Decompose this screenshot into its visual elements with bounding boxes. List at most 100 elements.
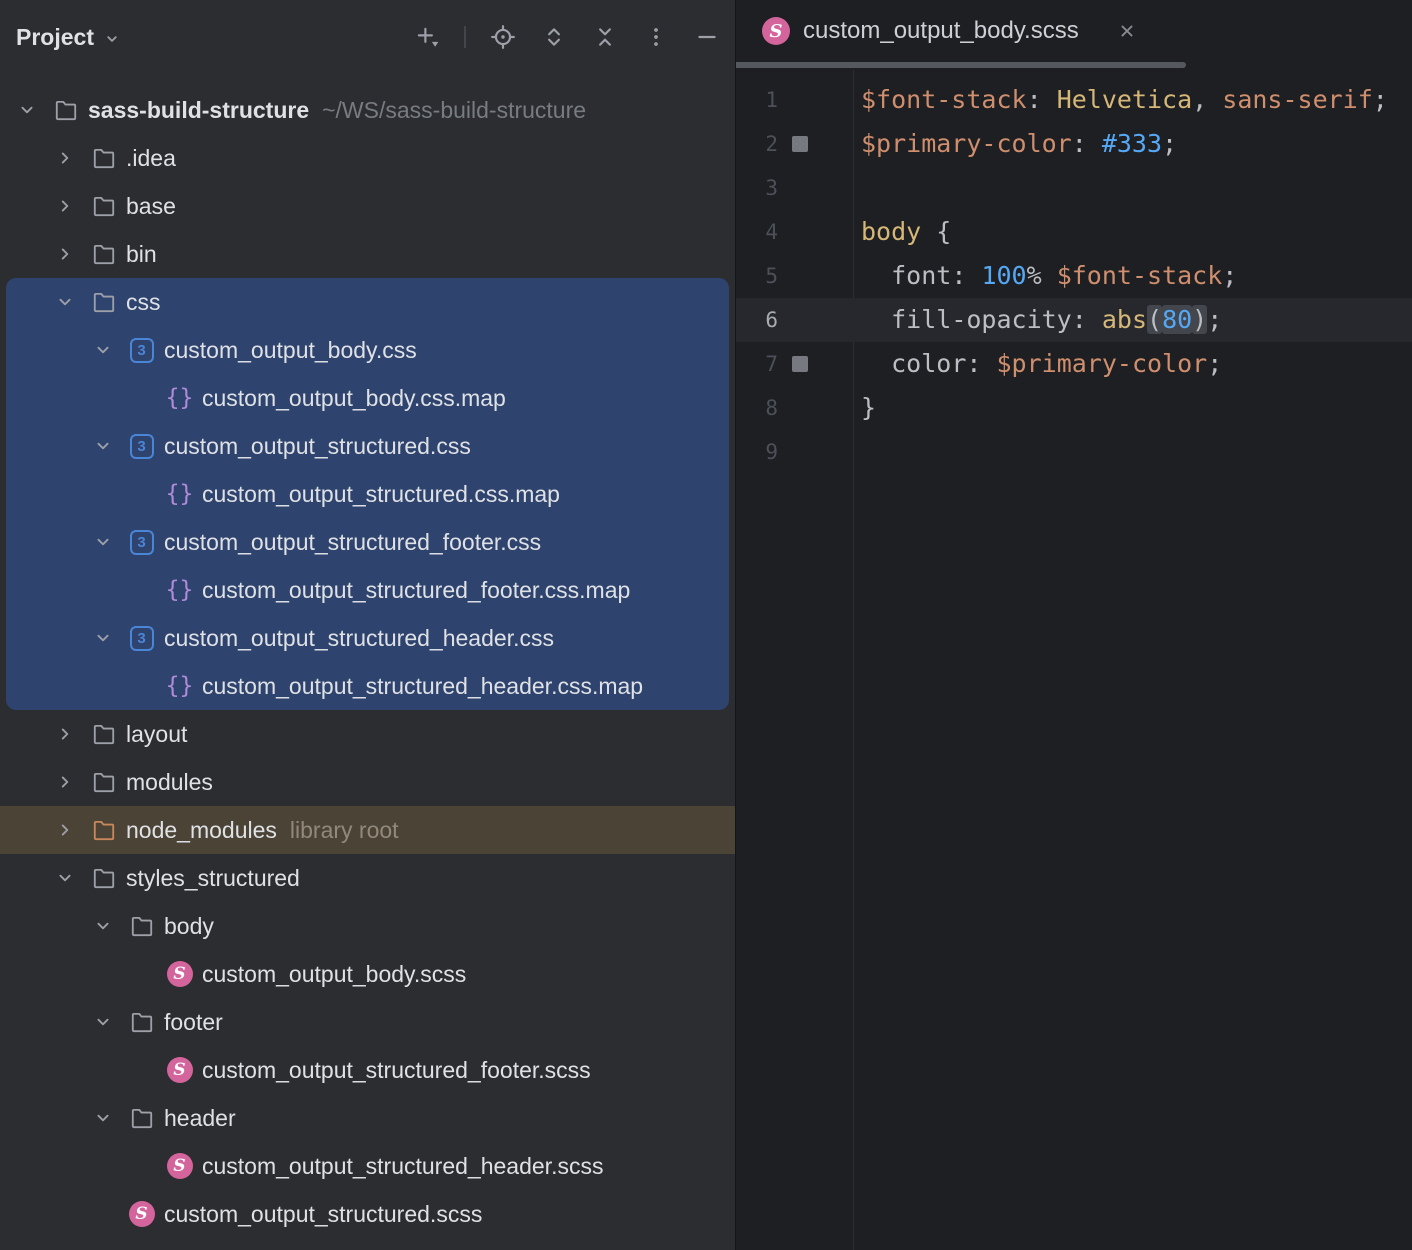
color-preview-swatch[interactable]	[792, 356, 808, 372]
tree-item-custom-output-structured-header-css[interactable]: 3 custom_output_structured_header.css	[0, 614, 735, 662]
map-file-icon: {}	[166, 385, 193, 412]
chevron-right-icon[interactable]	[54, 721, 90, 747]
tree-item-styles-structured[interactable]: styles_structured	[0, 854, 735, 902]
tree-item-label: custom_output_structured.css.map	[202, 481, 560, 508]
project-panel-header: Project	[0, 0, 735, 74]
tree-item-custom-output-structured-footer-css[interactable]: 3custom_output_structured_footer.css	[0, 518, 735, 566]
tree-item-bin[interactable]: bin	[0, 230, 735, 278]
tree-item-label: custom_output_body.css.map	[202, 385, 506, 412]
more-button[interactable]	[642, 23, 670, 51]
tree-item-custom-output-structured-css-map[interactable]: {}custom_output_structured.css.map	[0, 470, 735, 518]
chevron-down-icon[interactable]	[92, 913, 128, 939]
add-button[interactable]	[413, 23, 441, 51]
chevron-spacer	[130, 481, 166, 507]
tree-item-css[interactable]: css	[0, 278, 735, 326]
tree-item-label: custom_output_structured.scss	[164, 1201, 482, 1228]
css-file-icon: 3	[128, 433, 155, 460]
tree-item-custom-output-body-css-map[interactable]: {} custom_output_body.css.map	[0, 374, 735, 422]
chevron-down-icon[interactable]	[92, 337, 128, 363]
tree-item-custom-output-body-css[interactable]: 3custom_output_body.css	[0, 326, 735, 374]
chevron-down-icon[interactable]	[92, 1009, 128, 1035]
chevron-down-icon[interactable]	[92, 529, 128, 555]
code-line-4[interactable]: 4body {	[736, 210, 1412, 254]
line-number: 7	[736, 342, 778, 386]
code-text: $font-stack: Helvetica, sans-serif;	[861, 78, 1388, 122]
code-token: )	[1192, 305, 1207, 334]
code-line-3[interactable]: 3	[736, 166, 1412, 210]
tree-item-label: sass-build-structure	[88, 97, 309, 124]
chevron-right-icon[interactable]	[54, 241, 90, 267]
chevron-right-icon[interactable]	[54, 769, 90, 795]
locate-icon	[490, 24, 516, 50]
folder-icon	[90, 289, 117, 316]
code-token	[861, 305, 891, 334]
editor-lines: 1$font-stack: Helvetica, sans-serif;2$pr…	[736, 78, 1412, 474]
tree-item-label: custom_output_structured_header.scss	[202, 1153, 603, 1180]
tree-item-label: custom_output_body.css	[164, 337, 417, 364]
folder-icon	[90, 817, 117, 844]
hide-button[interactable]	[693, 23, 721, 51]
tree-item-idea[interactable]: .idea	[0, 134, 735, 182]
chevron-down-icon[interactable]	[16, 97, 52, 123]
chevron-down-icon[interactable]	[92, 433, 128, 459]
code-text: }	[861, 386, 876, 430]
tree-item-label: base	[126, 193, 176, 220]
folder-icon	[90, 145, 117, 172]
chevron-down-icon[interactable]	[54, 865, 90, 891]
folder-icon	[128, 1009, 155, 1036]
tree-item-custom-output-body-scss[interactable]: Scustom_output_body.scss	[0, 950, 735, 998]
tree-item-base[interactable]: base	[0, 182, 735, 230]
code-line-2[interactable]: 2$primary-color: #333;	[736, 122, 1412, 166]
tree-item-layout[interactable]: layout	[0, 710, 735, 758]
scrollbar-thumb[interactable]	[736, 62, 1186, 68]
folder-icon	[90, 865, 117, 892]
code-line-5[interactable]: 5 font: 100% $font-stack;	[736, 254, 1412, 298]
code-token: %	[1027, 261, 1057, 290]
chevron-down-icon[interactable]	[92, 1105, 128, 1131]
code-line-6[interactable]: 6 fill-opacity: abs(80);	[736, 298, 1412, 342]
css-file-icon: 3	[128, 529, 155, 556]
chevron-down-icon[interactable]	[92, 625, 128, 651]
tree-item-body[interactable]: body	[0, 902, 735, 950]
tree-item-label: modules	[126, 769, 213, 796]
collapse-all-button[interactable]	[591, 23, 619, 51]
line-number: 3	[736, 166, 778, 210]
code-line-9[interactable]: 9	[736, 430, 1412, 474]
chevron-down-icon[interactable]	[54, 289, 90, 315]
tree-item-label: custom_output_structured_footer.css.map	[202, 577, 630, 604]
code-line-1[interactable]: 1$font-stack: Helvetica, sans-serif;	[736, 78, 1412, 122]
tree-item-sass-build-structure[interactable]: sass-build-structure~/WS/sass-build-stru…	[0, 86, 735, 134]
tree-item-node-modules[interactable]: node_moduleslibrary root	[0, 806, 735, 854]
tab-title: custom_output_body.scss	[803, 17, 1079, 45]
project-view-selector[interactable]: Project	[16, 24, 121, 51]
expand-all-icon	[541, 24, 567, 50]
expand-all-button[interactable]	[540, 23, 568, 51]
project-tree: sass-build-structure~/WS/sass-build-stru…	[0, 86, 735, 1238]
tree-item-custom-output-structured-css[interactable]: 3custom_output_structured.css	[0, 422, 735, 470]
chevron-right-icon[interactable]	[54, 193, 90, 219]
tree-item-footer[interactable]: footer	[0, 998, 735, 1046]
code-text: font: 100% $font-stack;	[861, 254, 1237, 298]
chevron-right-icon[interactable]	[54, 817, 90, 843]
tree-item-header[interactable]: header	[0, 1094, 735, 1142]
tree-item-custom-output-structured-header-css-map[interactable]: {}custom_output_structured_header.css.ma…	[0, 662, 735, 710]
code-line-8[interactable]: 8}	[736, 386, 1412, 430]
editor-tab-custom-output-body-scss[interactable]: S custom_output_body.scss	[762, 17, 1138, 45]
color-preview-swatch[interactable]	[792, 136, 808, 152]
tree-item-label: footer	[164, 1009, 223, 1036]
code-line-7[interactable]: 7 color: $primary-color;	[736, 342, 1412, 386]
tree-item-custom-output-structured-footer-scss[interactable]: Scustom_output_structured_footer.scss	[0, 1046, 735, 1094]
code-token: }	[861, 393, 876, 422]
tree-item-custom-output-structured-footer-css-map[interactable]: {}custom_output_structured_footer.css.ma…	[0, 566, 735, 614]
chevron-right-icon[interactable]	[54, 145, 90, 171]
editor-code-area[interactable]: 1$font-stack: Helvetica, sans-serif;2$pr…	[736, 70, 1412, 1250]
tree-item-modules[interactable]: modules	[0, 758, 735, 806]
tab-close-icon[interactable]	[1116, 20, 1138, 42]
chevron-spacer	[130, 1057, 166, 1083]
tree-item-label: custom_output_structured_header.css	[164, 625, 554, 652]
editor: S custom_output_body.scss 1$font-stack: …	[735, 0, 1412, 1250]
tree-item-custom-output-structured-header-scss[interactable]: Scustom_output_structured_header.scss	[0, 1142, 735, 1190]
locate-button[interactable]	[489, 23, 517, 51]
css-file-icon: 3	[128, 625, 155, 652]
tree-item-custom-output-structured-scss[interactable]: Scustom_output_structured.scss	[0, 1190, 735, 1238]
